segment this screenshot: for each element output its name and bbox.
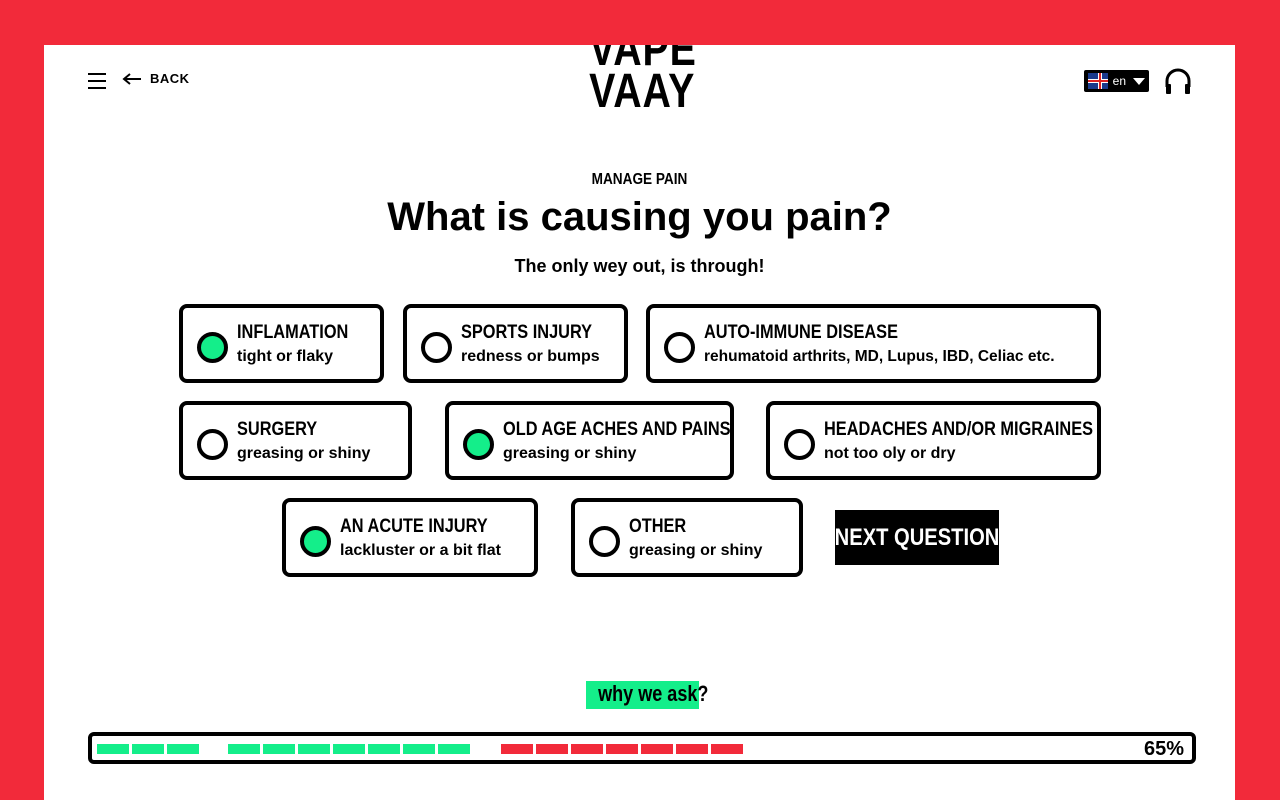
why-we-ask-link[interactable]: why we ask?: [586, 681, 708, 709]
why-we-ask-label: why we ask?: [598, 681, 709, 706]
progress-segment: [132, 744, 164, 754]
progress-segment: [97, 744, 129, 754]
option-title: OLD AGE ACHES AND PAINS: [503, 419, 731, 440]
option-inflamation[interactable]: INFLAMATION tight or flaky: [179, 304, 384, 383]
option-subtitle: lackluster or a bit flat: [340, 542, 501, 559]
option-title: AUTO-IMMUNE DISEASE: [704, 322, 898, 343]
progress-bar: 65%: [88, 732, 1196, 764]
radio-button[interactable]: [589, 526, 620, 557]
logo[interactable]: VAPE VAAY: [589, 45, 696, 118]
radio-button[interactable]: [784, 429, 815, 460]
radio-button[interactable]: [300, 526, 331, 557]
option-subtitle: greasing or shiny: [503, 445, 637, 462]
progress-segment: [333, 744, 365, 754]
progress-segment: [438, 744, 470, 754]
option-subtitle: tight or flaky: [237, 348, 334, 365]
progress-segment: [228, 744, 260, 754]
option-subtitle: redness or bumps: [461, 348, 600, 365]
uk-flag-icon: [1088, 73, 1108, 89]
question-subtitle: The only wey out, is through!: [514, 256, 765, 276]
progress-segment: [167, 744, 199, 754]
progress-segment: [298, 744, 330, 754]
headphones-icon[interactable]: [1164, 67, 1192, 95]
option-title: SURGERY: [237, 419, 318, 440]
main-panel: BACK VAPE VAAY en MANAGE PAIN What is ca…: [44, 45, 1235, 800]
progress-segment: [263, 744, 295, 754]
option-subtitle: greasing or shiny: [237, 445, 371, 462]
arrow-left-icon: [122, 72, 141, 85]
next-question-button[interactable]: NEXT QUESTION: [835, 510, 999, 565]
progress-percent: 65%: [1143, 738, 1184, 760]
language-code: en: [1112, 74, 1126, 88]
next-question-label: NEXT QUESTION: [834, 523, 1000, 551]
option-other[interactable]: OTHER greasing or shiny: [571, 498, 803, 577]
radio-button[interactable]: [197, 429, 228, 460]
hamburger-menu-icon[interactable]: [88, 73, 106, 89]
option-title: HEADACHES AND/OR MIGRAINES: [824, 419, 1094, 440]
question-category: MANAGE PAIN: [591, 171, 688, 188]
option-subtitle: greasing or shiny: [629, 542, 763, 559]
progress-segment: [501, 744, 533, 754]
progress-segment: [403, 744, 435, 754]
language-select[interactable]: en: [1084, 70, 1149, 92]
radio-button[interactable]: [197, 332, 228, 363]
progress-segment: [571, 744, 603, 754]
progress-segment: [641, 744, 673, 754]
option-sports-injury[interactable]: SPORTS INJURY redness or bumps: [403, 304, 628, 383]
question-title: What is causing you pain?: [387, 195, 892, 239]
option-title: INFLAMATION: [237, 322, 349, 343]
progress-segment: [536, 744, 568, 754]
option-old-age-aches[interactable]: OLD AGE ACHES AND PAINS greasing or shin…: [445, 401, 734, 480]
progress-segment: [606, 744, 638, 754]
progress-segments: [97, 744, 797, 754]
option-auto-immune-disease[interactable]: AUTO-IMMUNE DISEASE rehumatoid arthrits,…: [646, 304, 1101, 383]
progress-segment: [368, 744, 400, 754]
logo-line-2: VAAY: [589, 65, 696, 118]
option-subtitle: not too oly or dry: [824, 445, 956, 462]
chevron-down-icon: [1133, 77, 1145, 85]
radio-button[interactable]: [664, 332, 695, 363]
progress-segment: [676, 744, 708, 754]
option-acute-injury[interactable]: AN ACUTE INJURY lackluster or a bit flat: [282, 498, 538, 577]
back-label: BACK: [150, 71, 190, 86]
option-title: OTHER: [629, 516, 687, 537]
back-button[interactable]: BACK: [122, 71, 190, 86]
option-title: AN ACUTE INJURY: [340, 516, 488, 537]
option-headaches-migraines[interactable]: HEADACHES AND/OR MIGRAINES not too oly o…: [766, 401, 1101, 480]
option-subtitle: rehumatoid arthrits, MD, Lupus, IBD, Cel…: [704, 348, 1055, 365]
radio-button[interactable]: [421, 332, 452, 363]
option-surgery[interactable]: SURGERY greasing or shiny: [179, 401, 412, 480]
radio-button[interactable]: [463, 429, 494, 460]
option-title: SPORTS INJURY: [461, 322, 593, 343]
progress-segment: [711, 744, 743, 754]
